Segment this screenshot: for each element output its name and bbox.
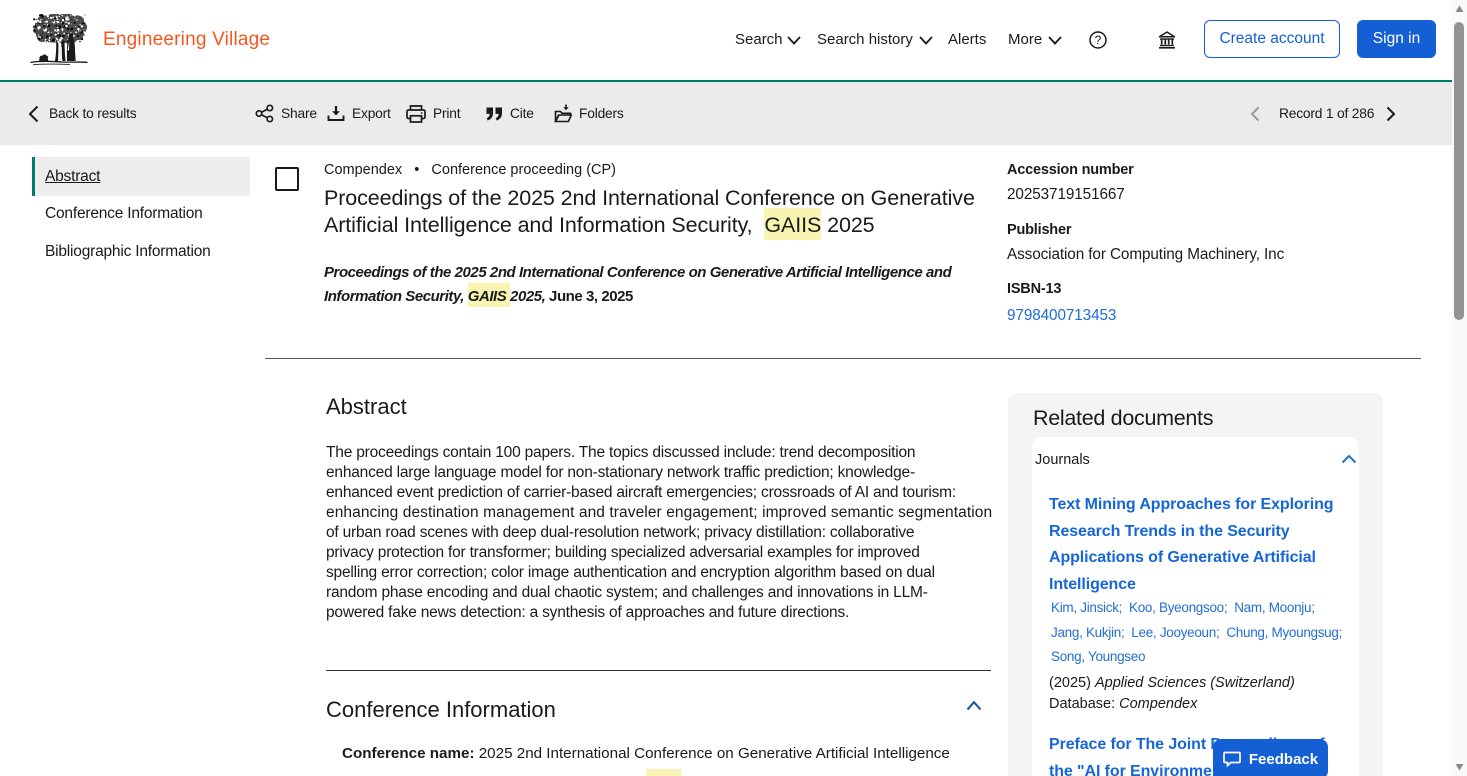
svg-text:?: ? xyxy=(1095,33,1102,47)
